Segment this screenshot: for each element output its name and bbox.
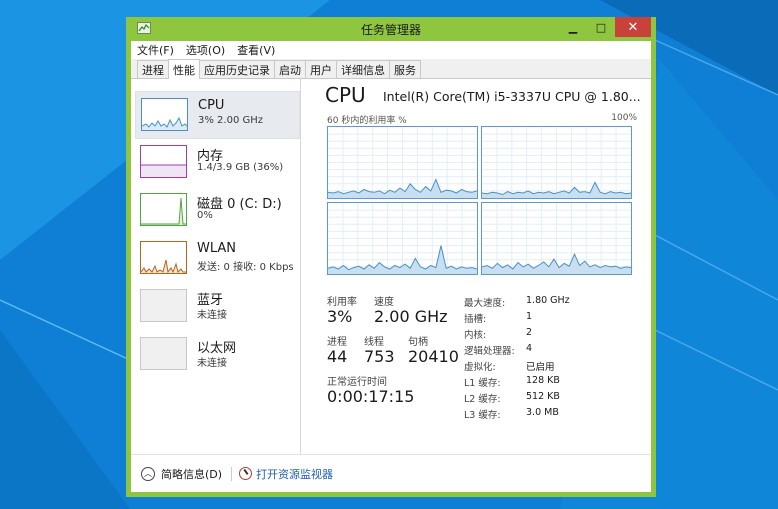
disk-thumbnail-line xyxy=(141,197,186,225)
tab-details[interactable]: 详细信息 xyxy=(336,60,390,78)
tab-users[interactable]: 用户 xyxy=(305,60,337,78)
spec-logical-processors-value: 4 xyxy=(526,343,533,354)
speed-value: 2.00 GHz xyxy=(374,307,448,326)
footer-bar: ︿ 简略信息(D) 打开资源监视器 xyxy=(131,454,651,492)
spec-l3-cache-value: 3.0 MB xyxy=(526,407,559,418)
spec-cores-label: 内核: xyxy=(464,330,487,341)
processes-label: 进程 xyxy=(327,337,347,348)
spec-l3-cache-label: L3 缓存: xyxy=(464,410,501,421)
sidebar-item-wlan[interactable]: WLAN 发送: 0 接收: 0 Kbps xyxy=(135,235,300,283)
spec-l2-cache-label: L2 缓存: xyxy=(464,394,501,405)
spec-max-speed-value: 1.80 GHz xyxy=(526,295,570,306)
utilization-label: 利用率 xyxy=(327,297,357,308)
memory-thumbnail-fill xyxy=(141,164,186,177)
sidebar-wlan-name: WLAN xyxy=(197,241,237,256)
bluetooth-thumbnail-graph xyxy=(140,289,187,322)
graph-caption: 60 秒内的利用率 % xyxy=(327,116,407,126)
task-manager-app-icon xyxy=(137,22,151,34)
tab-performance[interactable]: 性能 xyxy=(168,59,200,79)
tab-bar: 进程 性能 应用历史记录 启动 用户 详细信息 服务 xyxy=(131,59,651,79)
uptime-value: 0:00:17:15 xyxy=(327,387,415,406)
performance-panel: CPU 3% 2.00 GHz 内存 1.4/3.9 GB (36%) 磁盘 0… xyxy=(131,79,651,454)
sidebar-item-disk[interactable]: 磁盘 0 (C: D:) 0% xyxy=(135,187,300,235)
menu-bar: 文件(F) 选项(O) 查看(V) xyxy=(131,41,651,59)
tab-app-history[interactable]: 应用历史记录 xyxy=(199,60,275,78)
cpu-thumbnail-line xyxy=(141,116,188,130)
spec-sockets-value: 1 xyxy=(526,311,533,322)
task-manager-window: 任务管理器 ▁ □ ✕ 文件(F) 选项(O) 查看(V) 进程 性能 应用历史… xyxy=(126,17,656,497)
tab-processes[interactable]: 进程 xyxy=(137,60,169,78)
disk-thumbnail-graph xyxy=(140,193,187,226)
core-graph-0-plot xyxy=(328,127,477,198)
title-bar[interactable]: 任务管理器 ▁ □ ✕ xyxy=(131,17,651,41)
core-graph-0 xyxy=(327,126,478,199)
core-graph-3 xyxy=(481,202,632,275)
footer-divider xyxy=(231,466,233,481)
logical-processor-graphs xyxy=(327,126,632,275)
detail-title: CPU xyxy=(325,83,366,107)
tab-services[interactable]: 服务 xyxy=(389,60,421,78)
ethernet-thumbnail-graph xyxy=(140,337,187,370)
utilization-value: 3% xyxy=(327,307,353,326)
cpu-thumbnail-graph xyxy=(141,98,188,131)
spec-sockets-label: 插槽: xyxy=(464,314,487,325)
resource-monitor-icon[interactable] xyxy=(239,467,253,480)
spec-virtualization-value: 已启用 xyxy=(526,362,555,373)
sidebar-cpu-sub: 3% 2.00 GHz xyxy=(198,115,264,126)
processes-value: 44 xyxy=(327,347,348,366)
fewer-details-button[interactable]: 简略信息(D) xyxy=(161,466,222,482)
spec-l1-cache-label: L1 缓存: xyxy=(464,378,501,389)
spec-l2-cache-value: 512 KB xyxy=(526,391,560,402)
sidebar-item-cpu[interactable]: CPU 3% 2.00 GHz xyxy=(135,91,300,139)
minimize-button[interactable]: ▁ xyxy=(559,17,587,37)
core-graph-1 xyxy=(481,126,632,199)
close-button[interactable]: ✕ xyxy=(615,17,651,37)
sidebar-item-ethernet[interactable]: 以太网 未连接 xyxy=(135,331,300,379)
sidebar-wlan-sub: 发送: 0 接收: 0 Kbps xyxy=(197,262,294,273)
menu-view[interactable]: 查看(V) xyxy=(237,42,275,58)
core-graph-2 xyxy=(327,202,478,275)
window-client-area: 文件(F) 选项(O) 查看(V) 进程 性能 应用历史记录 启动 用户 详细信… xyxy=(131,41,651,492)
sidebar-bluetooth-sub: 未连接 xyxy=(197,310,227,321)
handles-label: 句柄 xyxy=(408,337,428,348)
window-title: 任务管理器 xyxy=(360,22,421,37)
menu-options[interactable]: 选项(O) xyxy=(186,42,225,58)
core-graph-3-plot xyxy=(482,203,631,274)
memory-thumbnail-graph xyxy=(140,145,187,178)
resource-sidebar: CPU 3% 2.00 GHz 内存 1.4/3.9 GB (36%) 磁盘 0… xyxy=(131,79,301,454)
chevron-up-icon[interactable]: ︿ xyxy=(141,466,155,481)
threads-value: 753 xyxy=(364,347,395,366)
handles-value: 20410 xyxy=(408,347,459,366)
cpu-model-name: Intel(R) Core(TM) i5-3337U CPU @ 1.80... xyxy=(383,89,641,104)
graph-max-label: 100% xyxy=(611,113,637,123)
menu-file[interactable]: 文件(F) xyxy=(137,42,174,58)
sidebar-ethernet-sub: 未连接 xyxy=(197,358,227,369)
sidebar-item-bluetooth[interactable]: 蓝牙 未连接 xyxy=(135,283,300,331)
sidebar-memory-sub: 1.4/3.9 GB (36%) xyxy=(197,162,284,173)
spec-max-speed-label: 最大速度: xyxy=(464,298,506,309)
tab-startup[interactable]: 启动 xyxy=(274,60,306,78)
spec-virtualization-label: 虚拟化: xyxy=(464,362,496,373)
maximize-button[interactable]: □ xyxy=(587,17,615,37)
speed-label: 速度 xyxy=(374,297,394,308)
sidebar-cpu-name: CPU xyxy=(198,98,225,113)
core-graph-2-plot xyxy=(328,203,477,274)
wlan-thumbnail-graph xyxy=(140,241,187,274)
sidebar-disk-sub: 0% xyxy=(197,210,213,221)
sidebar-item-memory[interactable]: 内存 1.4/3.9 GB (36%) xyxy=(135,139,300,187)
threads-label: 线程 xyxy=(364,337,384,348)
spec-l1-cache-value: 128 KB xyxy=(526,375,560,386)
core-graph-1-plot xyxy=(482,127,631,198)
wlan-thumbnail-bars xyxy=(140,259,186,274)
uptime-label: 正常运行时间 xyxy=(327,377,387,388)
cpu-detail-panel: CPU Intel(R) Core(TM) i5-3337U CPU @ 1.8… xyxy=(311,79,646,454)
spec-logical-processors-label: 逻辑处理器: xyxy=(464,346,515,357)
spec-cores-value: 2 xyxy=(526,327,533,338)
open-resource-monitor-link[interactable]: 打开资源监视器 xyxy=(256,466,333,482)
